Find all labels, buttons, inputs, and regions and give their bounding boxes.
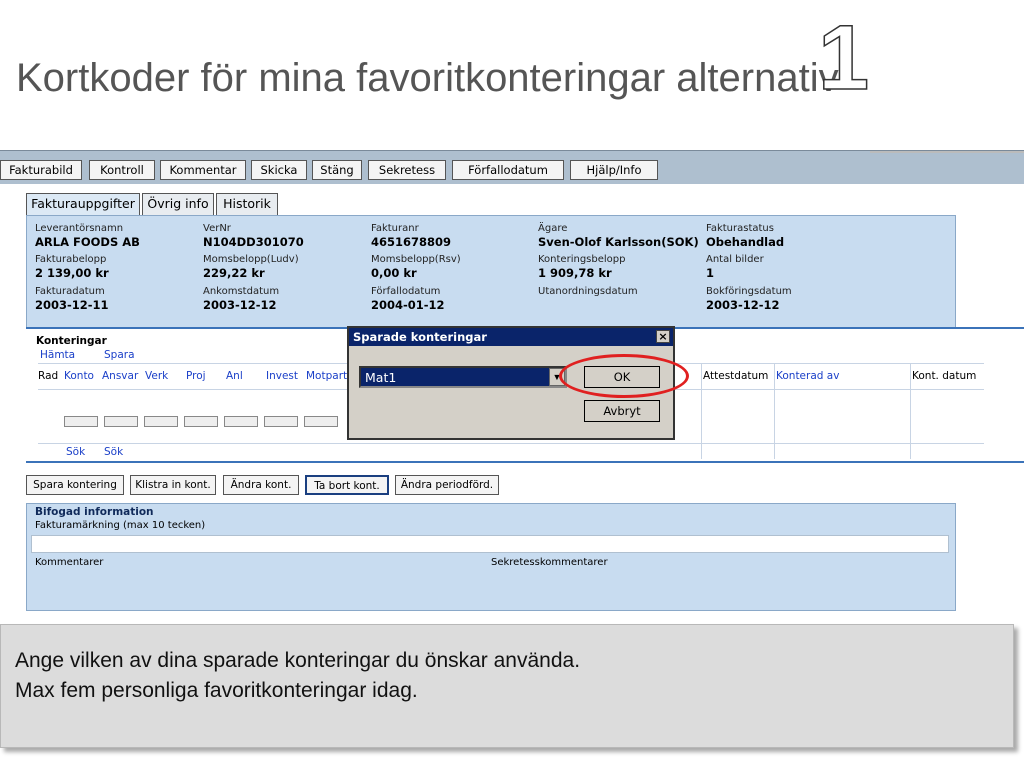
anl-dropdown[interactable] — [224, 416, 258, 427]
kommentar-button[interactable]: Kommentar — [160, 160, 246, 180]
ansvar-dropdown[interactable] — [104, 416, 138, 427]
sparade-konteringar-dialog: Sparade konteringar × Mat1 ▼ OK Avbryt — [347, 326, 689, 440]
col-rad: Rad — [38, 370, 59, 382]
avbryt-button[interactable]: Avbryt — [584, 400, 660, 422]
sekretess-button[interactable]: Sekretess — [368, 160, 446, 180]
fakturanr-label: Fakturanr — [371, 223, 419, 234]
konteringar-title: Konteringar — [36, 335, 107, 347]
col-motpart[interactable]: Motpart — [306, 370, 347, 382]
klistra-in-button[interactable]: Klistra in kont. — [130, 475, 216, 495]
grid-line — [701, 363, 702, 459]
slide-title: Kortkoder för mina favoritkonteringar al… — [16, 56, 839, 100]
forfallodatum-label: Förfallodatum — [371, 286, 441, 297]
forfallodatum-button[interactable]: Förfallodatum — [452, 160, 564, 180]
sok-link-ansvar[interactable]: Sök — [104, 446, 123, 458]
bifogad-title: Bifogad information — [35, 506, 154, 518]
col-konto[interactable]: Konto — [64, 370, 94, 382]
verk-dropdown[interactable] — [144, 416, 178, 427]
grid-line — [38, 443, 984, 444]
proj-dropdown[interactable] — [184, 416, 218, 427]
fakturamarkning-input[interactable] — [31, 535, 949, 553]
close-icon[interactable]: × — [656, 330, 670, 343]
fakturanr-value: 4651678809 — [371, 235, 452, 249]
fakturabelopp-value: 2 139,00 kr — [35, 266, 109, 280]
col-invest[interactable]: Invest — [266, 370, 298, 382]
leverantorsnamn-value: ARLA FOODS AB — [35, 235, 140, 249]
slide-number: 1 — [817, 7, 870, 109]
fakturabild-button[interactable]: Fakturabild — [0, 160, 82, 180]
andra-kont-button[interactable]: Ändra kont. — [223, 475, 299, 495]
fakturabelopp-label: Fakturabelopp — [35, 254, 107, 265]
saved-kontering-select[interactable]: Mat1 ▼ — [359, 366, 567, 388]
fakturadatum-label: Fakturadatum — [35, 286, 105, 297]
utanordningsdatum-label: Utanordningsdatum — [538, 286, 638, 297]
dialog-titlebar: Sparade konteringar × — [349, 328, 673, 346]
toolbar-edge — [870, 151, 1024, 153]
vernr-label: VerNr — [203, 223, 231, 234]
moms-ludv-value: 229,22 kr — [203, 266, 265, 280]
col-attestdatum: Attestdatum — [703, 370, 769, 382]
tab-historik[interactable]: Historik — [216, 193, 278, 215]
kontroll-button[interactable]: Kontroll — [89, 160, 155, 180]
col-konterad-av[interactable]: Konterad av — [776, 370, 839, 382]
spara-link[interactable]: Spara — [104, 349, 135, 361]
toolbar: Fakturabild Kontroll Kommentar Skicka St… — [0, 150, 1024, 184]
grid-line — [910, 363, 911, 459]
bokforingsdatum-label: Bokföringsdatum — [706, 286, 792, 297]
caption-box: Ange vilken av dina sparade konteringar … — [0, 624, 1014, 748]
caption-line-2: Max fem personliga favoritkonteringar id… — [15, 679, 418, 702]
fakturastatus-value: Obehandlad — [706, 235, 785, 249]
fakturastatus-label: Fakturastatus — [706, 223, 774, 234]
col-anl[interactable]: Anl — [226, 370, 243, 382]
moms-ludv-label: Momsbelopp(Ludv) — [203, 254, 299, 265]
selected-kontering: Mat1 — [365, 370, 397, 385]
ta-bort-kont-button[interactable]: Ta bort kont. — [305, 475, 389, 495]
forfallodatum-value: 2004-01-12 — [371, 298, 445, 312]
konteringsbelopp-label: Konteringsbelopp — [538, 254, 626, 265]
app-screenshot: Fakturabild Kontroll Kommentar Skicka St… — [0, 150, 1024, 625]
invoice-info-panel: Leverantörsnamn ARLA FOODS AB VerNr N104… — [26, 215, 956, 331]
dialog-title: Sparade konteringar — [353, 330, 487, 344]
col-verk[interactable]: Verk — [145, 370, 168, 382]
col-ansvar[interactable]: Ansvar — [102, 370, 138, 382]
antal-bilder-value: 1 — [706, 266, 715, 280]
antal-bilder-label: Antal bilder — [706, 254, 764, 265]
bifogad-information-panel: Bifogad information Fakturamärkning (max… — [26, 503, 956, 611]
tab-ovrig-info[interactable]: Övrig info — [142, 193, 214, 215]
konto-dropdown[interactable] — [64, 416, 98, 427]
col-proj[interactable]: Proj — [186, 370, 206, 382]
moms-rsv-label: Momsbelopp(Rsv) — [371, 254, 461, 265]
fakturamarkning-label: Fakturamärkning (max 10 tecken) — [35, 520, 206, 531]
agare-value: Sven-Olof Karlsson(SOK) — [538, 235, 699, 249]
stang-button[interactable]: Stäng — [312, 160, 362, 180]
tab-fakturauppgifter[interactable]: Fakturauppgifter — [26, 193, 140, 215]
sekretesskommentarer-label: Sekretesskommentarer — [491, 557, 608, 568]
ankomstdatum-label: Ankomstdatum — [203, 286, 280, 297]
grid-line — [774, 363, 775, 459]
spara-kontering-button[interactable]: Spara kontering — [26, 475, 124, 495]
konteringsbelopp-value: 1 909,78 kr — [538, 266, 612, 280]
bokforingsdatum-value: 2003-12-12 — [706, 298, 780, 312]
hamta-link[interactable]: Hämta — [40, 349, 75, 361]
invest-dropdown[interactable] — [264, 416, 298, 427]
sok-link-konto[interactable]: Sök — [66, 446, 85, 458]
ankomstdatum-value: 2003-12-12 — [203, 298, 277, 312]
leverantorsnamn-label: Leverantörsnamn — [35, 223, 124, 234]
kommentarer-label: Kommentarer — [35, 557, 104, 568]
hjalp-info-button[interactable]: Hjälp/Info — [570, 160, 658, 180]
col-kont-datum: Kont. datum — [912, 370, 977, 382]
caption-line-1: Ange vilken av dina sparade konteringar … — [15, 649, 581, 672]
skicka-button[interactable]: Skicka — [251, 160, 307, 180]
ok-button[interactable]: OK — [584, 366, 660, 388]
fakturadatum-value: 2003-12-11 — [35, 298, 109, 312]
agare-label: Ägare — [538, 223, 568, 234]
andra-periodford-button[interactable]: Ändra periodförd. — [395, 475, 499, 495]
vernr-value: N104DD301070 — [203, 235, 304, 249]
motpart-dropdown[interactable] — [304, 416, 338, 427]
moms-rsv-value: 0,00 kr — [371, 266, 417, 280]
